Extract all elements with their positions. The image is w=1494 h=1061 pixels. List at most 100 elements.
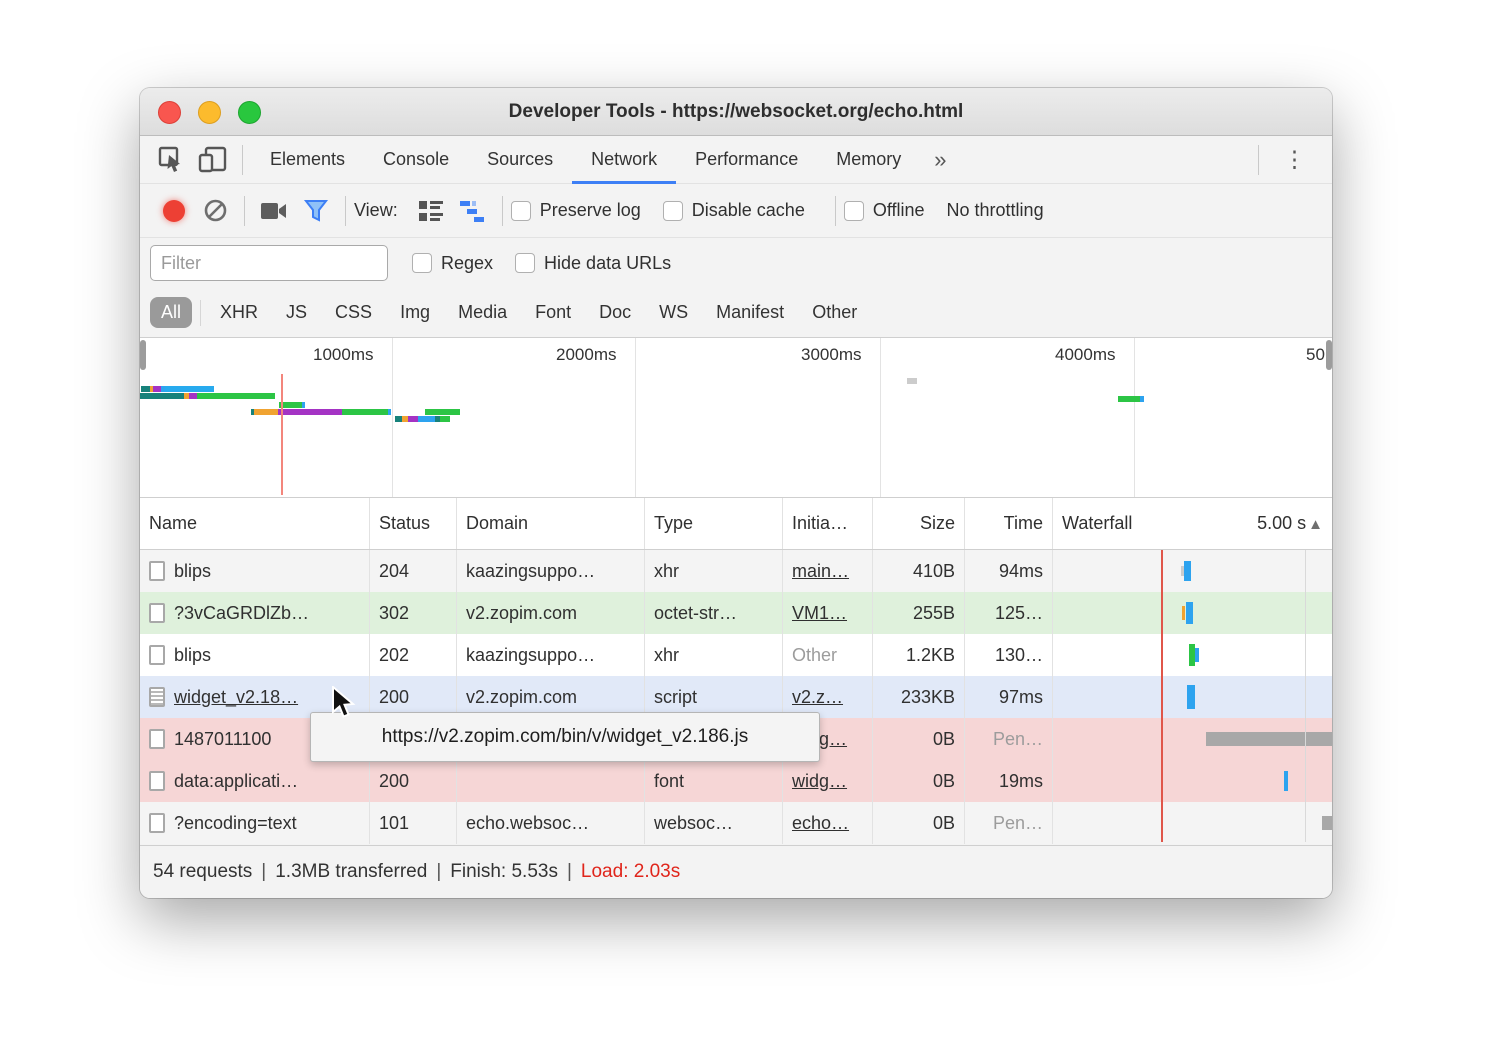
tick-1000ms: 1000ms: [313, 345, 373, 365]
filter-funnel-icon[interactable]: [295, 191, 337, 231]
gridline: [880, 338, 881, 497]
timeline-bar: [907, 378, 917, 384]
load-event-line: [1161, 550, 1163, 842]
view-label: View:: [354, 200, 398, 221]
divider: [200, 300, 201, 326]
tab-memory[interactable]: Memory: [817, 136, 920, 184]
record-button[interactable]: [163, 200, 185, 222]
column-header-domain[interactable]: Domain: [457, 498, 645, 549]
timeline-bar: [1140, 396, 1144, 402]
disable-cache-checkbox[interactable]: Disable cache: [663, 200, 805, 221]
timeline-bar: [408, 416, 418, 422]
gridline: [635, 338, 636, 497]
requests-table-body: blips 204 kaazingsuppo… xhr main… 410B 9…: [140, 550, 1332, 844]
type-filter-other[interactable]: Other: [801, 297, 868, 328]
column-header-initiator[interactable]: Initia…: [783, 498, 873, 549]
initiator-link[interactable]: VM1…: [792, 603, 847, 624]
timeline-bar: [388, 409, 391, 415]
type-filter-xhr[interactable]: XHR: [209, 297, 269, 328]
timeline-left-handle[interactable]: [140, 340, 146, 370]
timeline-bar: [302, 402, 305, 408]
url-tooltip: https://v2.zopim.com/bin/v/widget_v2.186…: [310, 712, 820, 762]
traffic-lights: [158, 88, 261, 136]
initiator-link[interactable]: main…: [792, 561, 849, 582]
checkbox-icon: [663, 201, 683, 221]
timeline-bar: [418, 416, 435, 422]
timeline-bar: [395, 416, 402, 422]
network-toolbar: View: Preserve log Disable cache Offline…: [140, 184, 1332, 238]
initiator-link[interactable]: v2.z…: [792, 687, 843, 708]
timeline-overview[interactable]: 1000ms 2000ms 3000ms 4000ms 50: [140, 338, 1332, 497]
file-icon: [149, 729, 165, 749]
file-icon: [149, 813, 165, 833]
column-header-waterfall[interactable]: Waterfall 5.00 s▲: [1053, 498, 1332, 549]
clear-icon[interactable]: [194, 191, 236, 231]
initiator-link[interactable]: widg…: [792, 771, 847, 792]
table-row-failed[interactable]: data:applicati… 200 font widg… 0B 19ms: [140, 760, 1332, 802]
timeline-bar: [153, 386, 161, 392]
type-filter-img[interactable]: Img: [389, 297, 441, 328]
column-header-time[interactable]: Time: [965, 498, 1053, 549]
tab-elements[interactable]: Elements: [251, 136, 364, 184]
close-window-button[interactable]: [158, 101, 181, 124]
device-toolbar-icon[interactable]: [192, 140, 234, 180]
inspect-element-icon[interactable]: [150, 140, 192, 180]
tick-4000ms: 4000ms: [1055, 345, 1115, 365]
table-row[interactable]: blips 202 kaazingsuppo… xhr Other 1.2KB …: [140, 634, 1332, 676]
resource-type-bar: All XHR JS CSS Img Media Font Doc WS Man…: [140, 288, 1332, 338]
tab-console[interactable]: Console: [364, 136, 468, 184]
offline-checkbox[interactable]: Offline: [844, 200, 925, 221]
regex-checkbox[interactable]: Regex: [412, 253, 493, 274]
tab-sources[interactable]: Sources: [468, 136, 572, 184]
preserve-log-checkbox[interactable]: Preserve log: [511, 200, 641, 221]
tab-network[interactable]: Network: [572, 136, 676, 184]
column-header-type[interactable]: Type: [645, 498, 783, 549]
column-header-name[interactable]: Name: [140, 498, 370, 549]
timeline-bar: [342, 409, 388, 415]
throttling-select[interactable]: No throttling: [947, 200, 1044, 221]
zoom-window-button[interactable]: [238, 101, 261, 124]
type-filter-ws[interactable]: WS: [648, 297, 699, 328]
tick-5000ms: 50: [1306, 345, 1325, 365]
checkbox-icon: [412, 253, 432, 273]
devtools-menu-icon[interactable]: ⋮: [1267, 146, 1322, 173]
table-row[interactable]: ?3vCaGRDlZb… 302 v2.zopim.com octet-str……: [140, 592, 1332, 634]
file-icon: [149, 645, 165, 665]
show-overview-icon[interactable]: [452, 191, 494, 231]
initiator-link[interactable]: echo…: [792, 813, 849, 834]
type-filter-media[interactable]: Media: [447, 297, 518, 328]
divider: [835, 196, 836, 226]
timeline-right-handle[interactable]: [1326, 340, 1332, 370]
mouse-cursor-icon: [330, 686, 360, 720]
table-row[interactable]: ?encoding=text 101 echo.websoc… websoc… …: [140, 802, 1332, 844]
waterfall-bar: [1195, 648, 1199, 662]
type-filter-js[interactable]: JS: [275, 297, 318, 328]
request-name-link[interactable]: widget_v2.18…: [174, 687, 298, 708]
type-filter-css[interactable]: CSS: [324, 297, 383, 328]
tick-2000ms: 2000ms: [556, 345, 616, 365]
waterfall-scale: 5.00 s: [1257, 513, 1306, 533]
filter-input[interactable]: [150, 245, 388, 281]
title-bar: Developer Tools - https://websocket.org/…: [140, 88, 1332, 136]
minimize-window-button[interactable]: [198, 101, 221, 124]
divider: [242, 145, 243, 175]
column-header-size[interactable]: Size: [873, 498, 965, 549]
file-icon: [149, 771, 165, 791]
column-header-status[interactable]: Status: [370, 498, 457, 549]
divider: [1258, 145, 1259, 175]
sort-asc-icon: ▲: [1308, 516, 1323, 533]
hide-data-urls-checkbox[interactable]: Hide data URLs: [515, 253, 671, 274]
type-filter-manifest[interactable]: Manifest: [705, 297, 795, 328]
more-tabs-chevron-icon[interactable]: »: [920, 147, 960, 173]
type-filter-doc[interactable]: Doc: [588, 297, 642, 328]
gridline: [1134, 338, 1135, 497]
timeline-bar: [425, 409, 460, 415]
tab-performance[interactable]: Performance: [676, 136, 817, 184]
table-row[interactable]: blips 204 kaazingsuppo… xhr main… 410B 9…: [140, 550, 1332, 592]
type-filter-font[interactable]: Font: [524, 297, 582, 328]
screenshot-camera-icon[interactable]: [253, 191, 295, 231]
large-rows-view-icon[interactable]: [410, 191, 452, 231]
timeline-bar: [165, 386, 214, 392]
load-time: Load: 2.03s: [581, 861, 680, 883]
type-filter-all[interactable]: All: [150, 297, 192, 328]
